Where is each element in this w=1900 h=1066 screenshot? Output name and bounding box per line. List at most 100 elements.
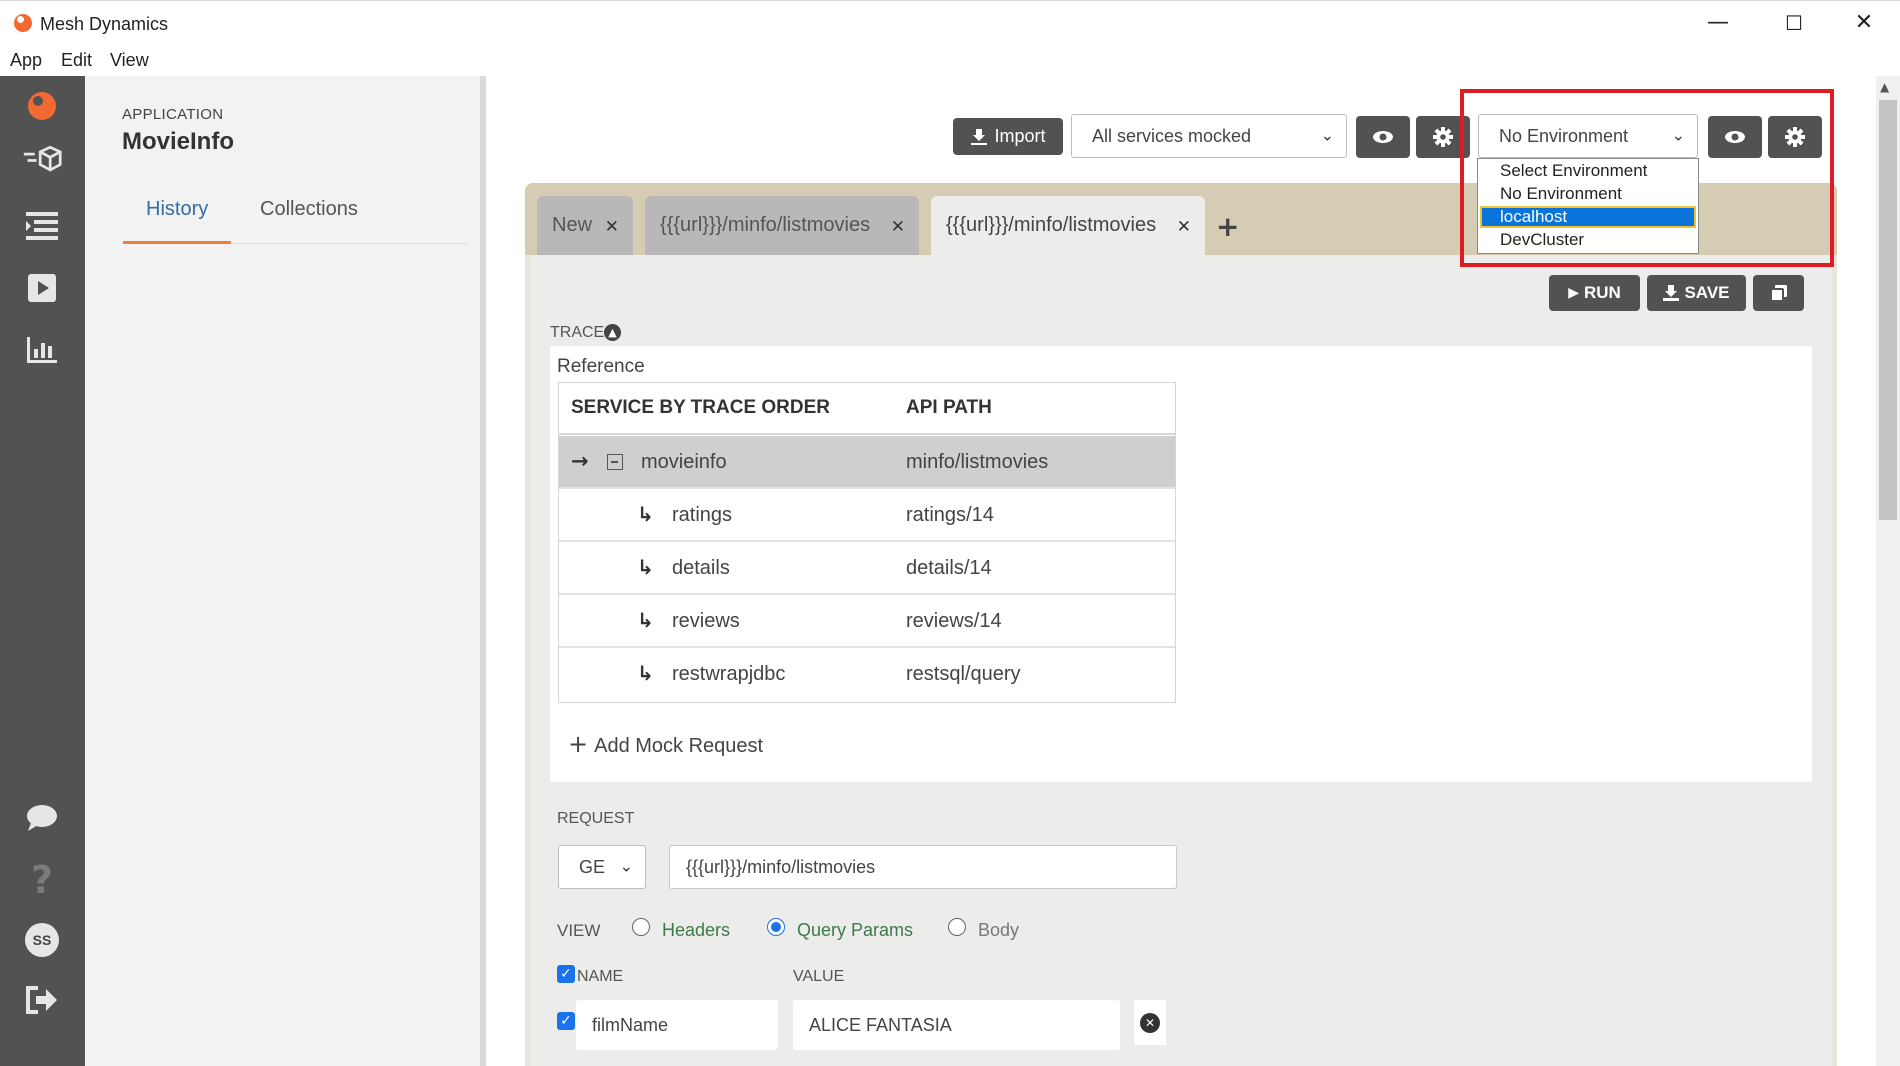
chevron-down-icon: ⌄ (1320, 125, 1334, 145)
body-radio[interactable] (948, 918, 966, 936)
query-params-radio-label[interactable]: Query Params (797, 920, 913, 941)
save-button[interactable]: SAVE (1647, 275, 1746, 311)
menu-app[interactable]: App (10, 50, 42, 71)
table-row[interactable]: ↳ ratings ratings/14 (559, 489, 1175, 542)
add-mock-request-link[interactable]: + Add Mock Request (568, 730, 763, 758)
table-row[interactable]: ↳ details details/14 (559, 542, 1175, 595)
http-method-select[interactable]: GE ⌄ (558, 845, 646, 889)
logo-icon[interactable] (22, 86, 62, 126)
app-logo-icon (14, 14, 32, 32)
table-row[interactable]: ↳ restwrapjdbc restsql/query (559, 648, 1175, 701)
table-row[interactable]: ↳ reviews reviews/14 (559, 595, 1175, 648)
headers-radio-label[interactable]: Headers (662, 920, 730, 941)
service-name: details (672, 557, 730, 579)
param-name-header: NAME (577, 968, 624, 985)
scrollbar-thumb[interactable] (1879, 100, 1897, 520)
body-radio-label[interactable]: Body (978, 920, 1019, 941)
collapse-trace-icon[interactable]: ▲ (604, 324, 621, 341)
service-name: restwrapjdbc (672, 663, 786, 685)
copy-icon (1769, 285, 1787, 302)
minimize-button[interactable]: — (1700, 9, 1736, 37)
param-value-input[interactable]: ALICE FANTASIA (793, 1000, 1120, 1050)
view-mocks-button[interactable] (1356, 116, 1410, 158)
tab-label: {{{url}}}/minfo/listmovies (946, 214, 1157, 236)
download-icon (1663, 285, 1680, 301)
request-label: REQUEST (557, 810, 635, 827)
request-tab-new[interactable]: New ✕ (537, 196, 633, 255)
close-tab-icon[interactable]: ✕ (605, 217, 619, 237)
menu-bar: App Edit View (0, 44, 1900, 76)
add-mock-request-label: Add Mock Request (594, 735, 764, 757)
tab-collections[interactable]: Collections (260, 198, 358, 221)
mock-services-select-value: All services mocked (1092, 125, 1252, 146)
query-params-radio[interactable] (767, 918, 785, 936)
request-url-input[interactable]: {{{url}}}/minfo/listmovies (669, 845, 1177, 889)
api-path: reviews/14 (906, 610, 1002, 632)
menu-edit[interactable]: Edit (61, 50, 92, 71)
run-label: RUN (1583, 283, 1621, 302)
add-tab-icon[interactable]: + (1216, 210, 1239, 243)
collapse-node-icon[interactable] (607, 454, 623, 470)
close-tab-icon[interactable]: ✕ (1177, 217, 1191, 237)
arrow-right-icon: → (571, 449, 589, 473)
plus-icon: + (568, 730, 589, 758)
active-tab-indicator (123, 241, 231, 244)
column-header: API PATH (906, 397, 992, 418)
service-name: movieinfo (641, 451, 727, 473)
child-arrow-icon: ↳ (637, 555, 654, 579)
close-tab-icon[interactable]: ✕ (891, 217, 905, 237)
request-tab-listmovies-1[interactable]: {{{url}}}/minfo/listmovies ✕ (645, 196, 919, 255)
api-path: details/14 (906, 557, 992, 579)
import-label: Import (994, 126, 1046, 146)
service-name: reviews (672, 610, 740, 632)
remove-circle-icon: ✕ (1140, 1012, 1160, 1033)
avatar[interactable]: SS (22, 920, 62, 960)
import-button[interactable]: Import (953, 118, 1063, 155)
title-bar: Mesh Dynamics — ☐ ✕ (0, 0, 1900, 44)
maximize-button[interactable]: ☐ (1776, 9, 1812, 37)
child-arrow-icon: ↳ (637, 502, 654, 526)
table-row[interactable]: → movieinfo minfo/listmovies (559, 436, 1175, 489)
column-header: SERVICE BY TRACE ORDER (571, 397, 831, 418)
application-label: APPLICATION (122, 106, 224, 123)
scroll-up-icon[interactable]: ▲ (1880, 80, 1889, 94)
service-name: ratings (672, 504, 733, 526)
gear-icon (1433, 127, 1453, 147)
select-all-params-checkbox[interactable]: ✓ (557, 965, 575, 983)
eye-icon (1373, 131, 1393, 143)
application-name: MovieInfo (122, 128, 234, 155)
run-icon[interactable] (22, 268, 62, 308)
close-button[interactable]: ✕ (1846, 9, 1882, 37)
mock-services-icon[interactable] (22, 140, 62, 180)
chat-icon[interactable] (22, 798, 62, 838)
logout-icon[interactable] (22, 980, 62, 1020)
headers-radio[interactable] (632, 918, 650, 936)
save-label: SAVE (1684, 283, 1730, 302)
duplicate-button[interactable] (1753, 275, 1804, 311)
run-button[interactable]: ▶ RUN (1549, 275, 1640, 311)
remove-param-button[interactable]: ✕ (1134, 1000, 1166, 1045)
window-title: Mesh Dynamics (40, 14, 169, 34)
param-enabled-checkbox[interactable]: ✓ (557, 1012, 575, 1030)
trace-table: SERVICE BY TRACE ORDER API PATH → moviei… (558, 382, 1176, 703)
child-arrow-icon: ↳ (637, 608, 654, 632)
api-path: minfo/listmovies (906, 451, 1049, 473)
tab-label: New (552, 214, 593, 236)
chevron-down-icon: ⌄ (619, 856, 633, 876)
test-suites-icon[interactable] (22, 206, 62, 246)
reference-label: Reference (557, 356, 645, 377)
view-label: VIEW (557, 921, 601, 940)
mock-services-select[interactable]: All services mocked ⌄ (1071, 114, 1347, 158)
request-tab-listmovies-2[interactable]: {{{url}}}/minfo/listmovies ✕ (931, 196, 1205, 255)
http-method-value: GE (579, 856, 606, 877)
tab-history[interactable]: History (146, 198, 208, 221)
play-icon: ▶ (1568, 285, 1579, 301)
menu-view[interactable]: View (110, 50, 149, 71)
param-name-input[interactable]: filmName (576, 1000, 778, 1050)
param-value-header: VALUE (793, 968, 845, 985)
left-rail: ? SS (0, 76, 85, 1066)
reports-icon[interactable] (22, 330, 62, 370)
side-panel: APPLICATION MovieInfo History Collection… (85, 76, 486, 1066)
help-icon[interactable]: ? (22, 858, 62, 902)
avatar-initials: SS (25, 923, 59, 957)
